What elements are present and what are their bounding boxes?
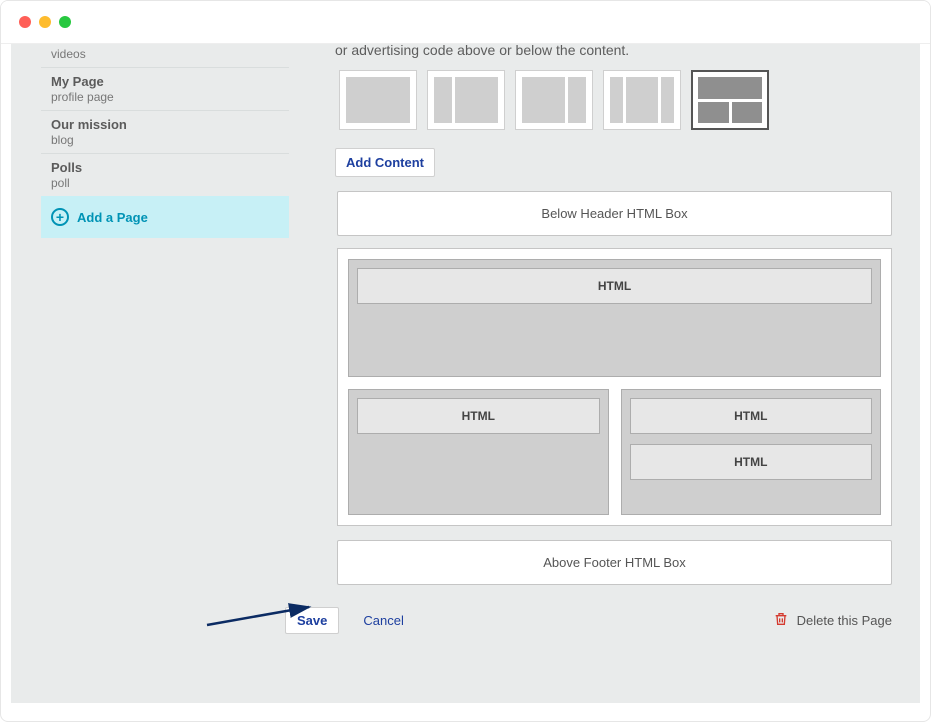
layout-thumbnail-row — [339, 70, 892, 130]
add-page-button[interactable]: + Add a Page — [41, 196, 289, 238]
html-block[interactable]: HTML — [630, 398, 873, 434]
above-footer-html-box[interactable]: Above Footer HTML Box — [337, 540, 892, 585]
sidebar-item-our-mission[interactable]: Our mission blog — [41, 110, 289, 154]
sidebar-item-my-page[interactable]: My Page profile page — [41, 67, 289, 111]
add-page-label: Add a Page — [77, 210, 148, 225]
sidebar-item-sub: videos — [51, 47, 279, 61]
layout-option-3col[interactable] — [603, 70, 681, 130]
delete-page-label: Delete this Page — [797, 613, 892, 628]
layout-canvas: HTML HTML HTML HTML — [337, 248, 892, 526]
canvas-region-bottom-right[interactable]: HTML HTML — [621, 389, 882, 515]
html-block[interactable]: HTML — [630, 444, 873, 480]
app-body: videos My Page profile page Our mission … — [11, 44, 920, 703]
delete-page-link[interactable]: Delete this Page — [773, 610, 892, 631]
canvas-region-top[interactable]: HTML — [348, 259, 881, 377]
cancel-link[interactable]: Cancel — [363, 613, 403, 628]
sidebar-item-sub: blog — [51, 133, 279, 147]
window-maximize-dot[interactable] — [59, 16, 71, 28]
footer-actions: Save Cancel Delete this Page — [335, 607, 892, 662]
window-titlebar — [1, 1, 930, 44]
sidebar-item-sub: poll — [51, 176, 279, 190]
canvas-region-bottom-left[interactable]: HTML — [348, 389, 609, 515]
sidebar-item-title: Our mission — [51, 117, 279, 132]
sidebar-item-videos[interactable]: videos — [41, 47, 289, 68]
add-content-button[interactable]: Add Content — [335, 148, 435, 177]
window-close-dot[interactable] — [19, 16, 31, 28]
trash-icon — [773, 610, 789, 631]
html-block[interactable]: HTML — [357, 268, 872, 304]
sidebar-item-title: My Page — [51, 74, 279, 89]
sidebar-item-title: Polls — [51, 160, 279, 175]
layout-option-1col[interactable] — [339, 70, 417, 130]
html-block[interactable]: HTML — [357, 398, 600, 434]
plus-circle-icon: + — [51, 208, 69, 226]
sidebar: videos My Page profile page Our mission … — [41, 46, 289, 703]
browser-window: videos My Page profile page Our mission … — [0, 0, 931, 722]
main-panel: or advertising code above or below the c… — [335, 44, 892, 703]
layout-option-header-2col[interactable] — [691, 70, 769, 130]
layout-option-right-sidebar[interactable] — [515, 70, 593, 130]
window-minimize-dot[interactable] — [39, 16, 51, 28]
layout-option-left-sidebar[interactable] — [427, 70, 505, 130]
description-text-truncated: or advertising code above or below the c… — [335, 44, 892, 58]
sidebar-item-sub: profile page — [51, 90, 279, 104]
sidebar-item-polls[interactable]: Polls poll — [41, 153, 289, 197]
below-header-html-box[interactable]: Below Header HTML Box — [337, 191, 892, 236]
save-button[interactable]: Save — [285, 607, 339, 634]
